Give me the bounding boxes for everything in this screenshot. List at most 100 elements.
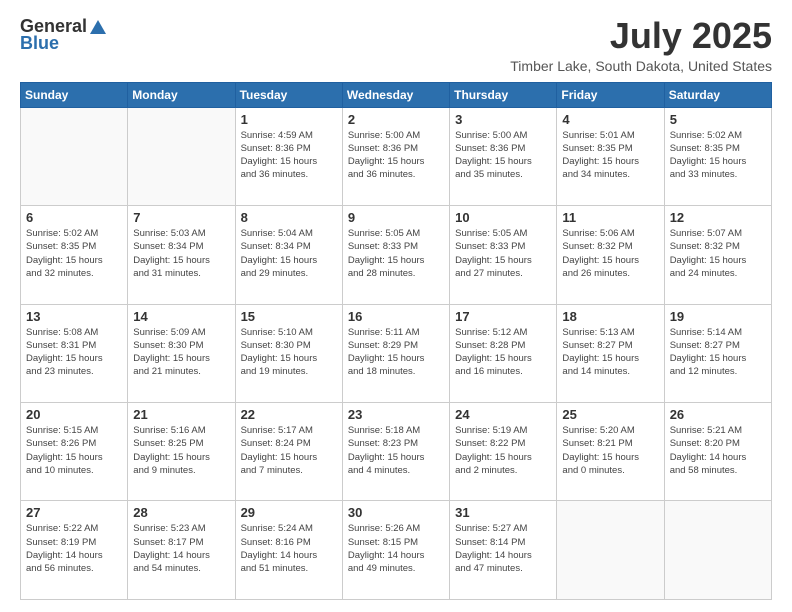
day-number: 19 [670,309,766,324]
day-number: 10 [455,210,551,225]
calendar-cell: 27 Sunrise: 5:22 AM Sunset: 8:19 PM Dayli… [21,501,128,600]
calendar-cell: 21 Sunrise: 5:16 AM Sunset: 8:25 PM Dayli… [128,403,235,501]
day-info: Sunrise: 5:27 AM Sunset: 8:14 PM Dayligh… [455,522,551,575]
day-number: 28 [133,505,229,520]
day-number: 31 [455,505,551,520]
day-info: Sunrise: 5:15 AM Sunset: 8:26 PM Dayligh… [26,424,122,477]
calendar-cell: 30 Sunrise: 5:26 AM Sunset: 8:15 PM Dayli… [342,501,449,600]
calendar-cell: 19 Sunrise: 5:14 AM Sunset: 8:27 PM Dayli… [664,304,771,402]
day-info: Sunrise: 5:00 AM Sunset: 8:36 PM Dayligh… [455,129,551,182]
day-number: 20 [26,407,122,422]
calendar-cell: 1Sunrise: 4:59 AM Sunset: 8:36 PM Daylig… [235,107,342,205]
day-info: Sunrise: 5:01 AM Sunset: 8:35 PM Dayligh… [562,129,658,182]
day-info: Sunrise: 5:09 AM Sunset: 8:30 PM Dayligh… [133,326,229,379]
calendar-week-row: 1Sunrise: 4:59 AM Sunset: 8:36 PM Daylig… [21,107,772,205]
calendar-week-row: 27 Sunrise: 5:22 AM Sunset: 8:19 PM Dayli… [21,501,772,600]
calendar-cell: 3 Sunrise: 5:00 AM Sunset: 8:36 PM Daylig… [450,107,557,205]
calendar-cell: 29 Sunrise: 5:24 AM Sunset: 8:16 PM Dayli… [235,501,342,600]
day-number: 23 [348,407,444,422]
month-year: July 2025 [510,16,772,56]
day-number: 15 [241,309,337,324]
calendar-cell: 16 Sunrise: 5:11 AM Sunset: 8:29 PM Dayli… [342,304,449,402]
calendar-cell: 14 Sunrise: 5:09 AM Sunset: 8:30 PM Dayli… [128,304,235,402]
day-number: 22 [241,407,337,422]
day-number: 13 [26,309,122,324]
day-info: Sunrise: 5:06 AM Sunset: 8:32 PM Dayligh… [562,227,658,280]
day-number: 5 [670,112,766,127]
day-number: 30 [348,505,444,520]
calendar-cell: 5Sunrise: 5:02 AM Sunset: 8:35 PM Daylig… [664,107,771,205]
calendar-cell: 13Sunrise: 5:08 AM Sunset: 8:31 PM Dayli… [21,304,128,402]
day-number: 18 [562,309,658,324]
day-info: Sunrise: 4:59 AM Sunset: 8:36 PM Dayligh… [241,129,337,182]
calendar-day-header: Saturday [664,82,771,107]
day-number: 11 [562,210,658,225]
day-info: Sunrise: 5:19 AM Sunset: 8:22 PM Dayligh… [455,424,551,477]
calendar-cell: 9Sunrise: 5:05 AM Sunset: 8:33 PM Daylig… [342,206,449,304]
calendar-day-header: Monday [128,82,235,107]
day-number: 21 [133,407,229,422]
day-number: 3 [455,112,551,127]
calendar-cell: 28 Sunrise: 5:23 AM Sunset: 8:17 PM Dayli… [128,501,235,600]
calendar-cell [557,501,664,600]
calendar-cell: 11 Sunrise: 5:06 AM Sunset: 8:32 PM Dayli… [557,206,664,304]
calendar-week-row: 20 Sunrise: 5:15 AM Sunset: 8:26 PM Dayli… [21,403,772,501]
day-info: Sunrise: 5:13 AM Sunset: 8:27 PM Dayligh… [562,326,658,379]
logo: General Blue [20,16,107,54]
day-info: Sunrise: 5:04 AM Sunset: 8:34 PM Dayligh… [241,227,337,280]
day-info: Sunrise: 5:10 AM Sunset: 8:30 PM Dayligh… [241,326,337,379]
calendar-cell: 17 Sunrise: 5:12 AM Sunset: 8:28 PM Dayli… [450,304,557,402]
calendar-cell: 6Sunrise: 5:02 AM Sunset: 8:35 PM Daylig… [21,206,128,304]
calendar-week-row: 6Sunrise: 5:02 AM Sunset: 8:35 PM Daylig… [21,206,772,304]
day-number: 2 [348,112,444,127]
day-info: Sunrise: 5:20 AM Sunset: 8:21 PM Dayligh… [562,424,658,477]
day-info: Sunrise: 5:14 AM Sunset: 8:27 PM Dayligh… [670,326,766,379]
day-number: 12 [670,210,766,225]
day-info: Sunrise: 5:26 AM Sunset: 8:15 PM Dayligh… [348,522,444,575]
calendar-cell: 22 Sunrise: 5:17 AM Sunset: 8:24 PM Dayli… [235,403,342,501]
day-info: Sunrise: 5:00 AM Sunset: 8:36 PM Dayligh… [348,129,444,182]
day-info: Sunrise: 5:17 AM Sunset: 8:24 PM Dayligh… [241,424,337,477]
day-number: 8 [241,210,337,225]
calendar-cell: 12Sunrise: 5:07 AM Sunset: 8:32 PM Dayli… [664,206,771,304]
calendar-cell [128,107,235,205]
day-number: 4 [562,112,658,127]
calendar-cell: 25Sunrise: 5:20 AM Sunset: 8:21 PM Dayli… [557,403,664,501]
header: General Blue July 2025 Timber Lake, Sout… [20,16,772,74]
day-number: 24 [455,407,551,422]
calendar-cell: 7 Sunrise: 5:03 AM Sunset: 8:34 PM Daylig… [128,206,235,304]
calendar-cell: 20 Sunrise: 5:15 AM Sunset: 8:26 PM Dayli… [21,403,128,501]
day-info: Sunrise: 5:03 AM Sunset: 8:34 PM Dayligh… [133,227,229,280]
calendar-header-row: SundayMondayTuesdayWednesdayThursdayFrid… [21,82,772,107]
calendar-cell: 8 Sunrise: 5:04 AM Sunset: 8:34 PM Daylig… [235,206,342,304]
calendar-cell: 10Sunrise: 5:05 AM Sunset: 8:33 PM Dayli… [450,206,557,304]
day-number: 27 [26,505,122,520]
calendar-week-row: 13Sunrise: 5:08 AM Sunset: 8:31 PM Dayli… [21,304,772,402]
day-info: Sunrise: 5:11 AM Sunset: 8:29 PM Dayligh… [348,326,444,379]
day-info: Sunrise: 5:02 AM Sunset: 8:35 PM Dayligh… [26,227,122,280]
calendar-cell: 15 Sunrise: 5:10 AM Sunset: 8:30 PM Dayli… [235,304,342,402]
calendar-table: SundayMondayTuesdayWednesdayThursdayFrid… [20,82,772,600]
calendar-day-header: Thursday [450,82,557,107]
header-right: July 2025 Timber Lake, South Dakota, Uni… [510,16,772,74]
day-number: 7 [133,210,229,225]
day-info: Sunrise: 5:12 AM Sunset: 8:28 PM Dayligh… [455,326,551,379]
day-info: Sunrise: 5:21 AM Sunset: 8:20 PM Dayligh… [670,424,766,477]
calendar-cell [664,501,771,600]
day-info: Sunrise: 5:24 AM Sunset: 8:16 PM Dayligh… [241,522,337,575]
day-number: 16 [348,309,444,324]
day-number: 29 [241,505,337,520]
day-number: 17 [455,309,551,324]
day-info: Sunrise: 5:16 AM Sunset: 8:25 PM Dayligh… [133,424,229,477]
day-info: Sunrise: 5:23 AM Sunset: 8:17 PM Dayligh… [133,522,229,575]
day-info: Sunrise: 5:18 AM Sunset: 8:23 PM Dayligh… [348,424,444,477]
day-info: Sunrise: 5:22 AM Sunset: 8:19 PM Dayligh… [26,522,122,575]
day-number: 14 [133,309,229,324]
page: General Blue July 2025 Timber Lake, Sout… [0,0,792,612]
calendar-day-header: Friday [557,82,664,107]
calendar-cell: 24 Sunrise: 5:19 AM Sunset: 8:22 PM Dayli… [450,403,557,501]
calendar-cell [21,107,128,205]
location: Timber Lake, South Dakota, United States [510,58,772,74]
calendar-cell: 18 Sunrise: 5:13 AM Sunset: 8:27 PM Dayli… [557,304,664,402]
calendar-day-header: Tuesday [235,82,342,107]
